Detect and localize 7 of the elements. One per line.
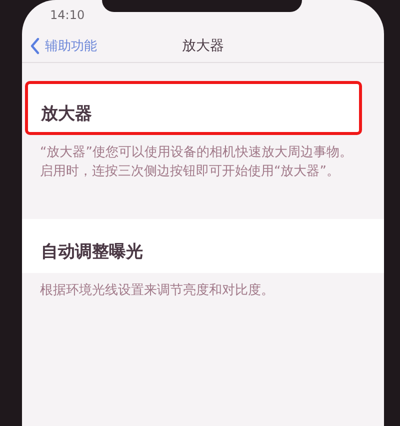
chevron-left-icon [30, 37, 40, 55]
setting-description: 根据环境光线设置来调节亮度和对比度。 [40, 282, 275, 300]
status-time: 14:10 [50, 8, 85, 22]
setting-row[interactable]: 放大器 [25, 81, 362, 135]
nav-title: 放大器 [182, 37, 224, 55]
setting-row[interactable]: 自动调整曝光 [22, 219, 384, 273]
setting-description: “放大器”使您可以使用设备的相机快速放大周边事物。启用时，连按三次侧边按钮即可开始使用“放大器”。 [40, 144, 354, 181]
